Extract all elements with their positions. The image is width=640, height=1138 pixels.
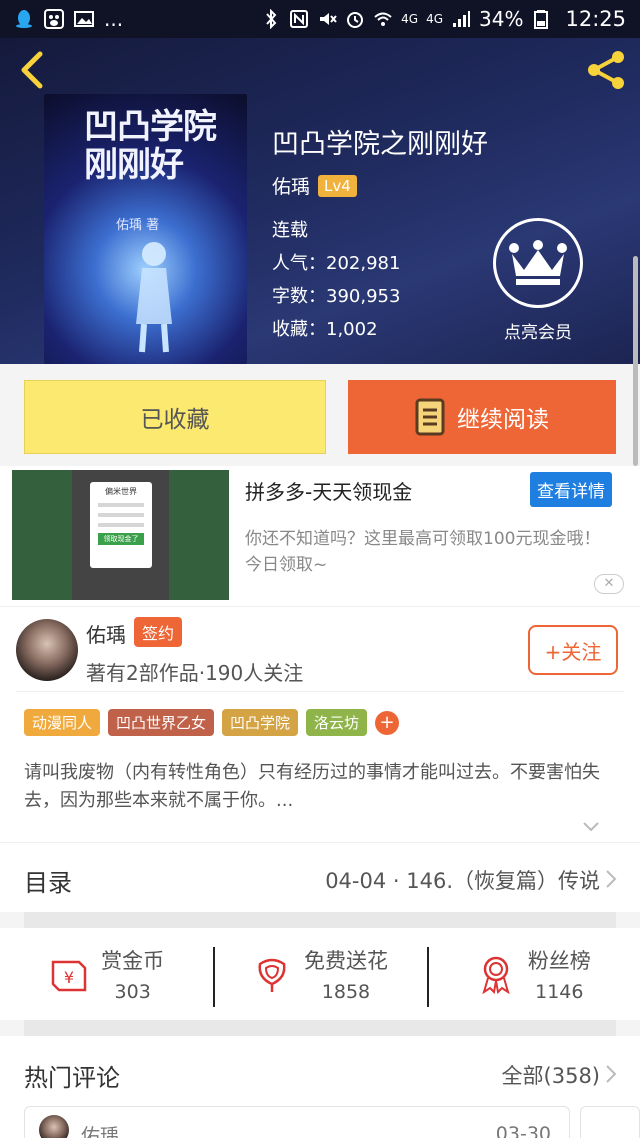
battery-percent: 34% bbox=[479, 7, 524, 31]
stat-text: 免费送花 1858 bbox=[304, 945, 388, 1003]
ad-banner[interactable]: 偏米世界 领取现金了 拼多多-天天领现金 查看详情 你还不知道吗？这里最高可领取… bbox=[0, 466, 640, 606]
author-name[interactable]: 佑瑀 bbox=[272, 172, 310, 199]
flower-icon bbox=[258, 958, 286, 992]
gallery-icon bbox=[74, 11, 94, 27]
battery-icon bbox=[534, 10, 549, 29]
cover-figure-illustration bbox=[136, 242, 172, 353]
vip-label: 点亮会员 bbox=[504, 323, 572, 343]
latest-chapter: 04-04 · 146.（恢复篇）传说 bbox=[325, 869, 600, 893]
cover-author: 佑瑀 著 bbox=[116, 218, 160, 233]
comment-card[interactable] bbox=[580, 1106, 640, 1138]
catalog-row[interactable]: 目录 04-04 · 146.（恢复篇）传说 bbox=[0, 842, 640, 912]
stat-label: 免费送花 bbox=[303, 949, 388, 973]
wifi-icon bbox=[374, 12, 392, 26]
back-arrow-icon[interactable] bbox=[16, 50, 46, 90]
ad-image-header: 偏米世界 bbox=[105, 487, 137, 496]
signed-badge: 签约 bbox=[134, 617, 183, 647]
share-icon[interactable] bbox=[584, 48, 628, 92]
baidu-icon bbox=[44, 9, 64, 29]
ad-image: 偏米世界 领取现金了 bbox=[12, 470, 229, 600]
section-gap bbox=[24, 1020, 616, 1036]
author-card-name[interactable]: 佑瑀 bbox=[86, 619, 126, 648]
ad-title: 拼多多-天天领现金 bbox=[245, 480, 413, 504]
alarm-icon bbox=[347, 12, 364, 28]
bluetooth-icon bbox=[266, 9, 277, 29]
book-popularity: 人气：202,981 bbox=[272, 253, 401, 274]
tag-list: 动漫同人 凹凸世界乙女 凹凸学院 洛云坊 + bbox=[24, 709, 400, 736]
stat-value: 1146 bbox=[535, 981, 584, 1003]
tag-item[interactable]: 凹凸学院 bbox=[222, 709, 299, 736]
collected-button[interactable]: 已收藏 bbox=[24, 380, 326, 454]
stat-text: 粉丝榜 1146 bbox=[528, 945, 591, 1003]
catalog-title: 目录 bbox=[24, 869, 72, 897]
medal-icon bbox=[482, 956, 510, 994]
ad-detail-button[interactable]: 查看详情 bbox=[530, 472, 612, 507]
network-2-label: 4G bbox=[426, 12, 444, 26]
ad-description: 你还不知道吗？这里最高可领取100元现金哦！今日领取~ bbox=[245, 529, 601, 575]
status-left: ... bbox=[14, 7, 123, 31]
stat-text: 赏金币 303 bbox=[101, 945, 164, 1003]
chevron-right-icon[interactable] bbox=[604, 1064, 618, 1084]
hot-comments: 热门评论 全部(358) 佑瑀 03-30 bbox=[0, 1036, 640, 1138]
stat-label: 赏金币 bbox=[101, 949, 165, 973]
tag-item[interactable]: 洛云坊 bbox=[306, 709, 368, 736]
coin-envelope-icon: ¥ bbox=[51, 960, 87, 992]
continue-reading-button[interactable]: 继续阅读 bbox=[348, 380, 616, 454]
author-row: 佑瑀 Lv4 bbox=[272, 172, 357, 199]
divider bbox=[16, 691, 624, 692]
book-status: 连载 bbox=[272, 220, 308, 241]
status-ellipsis: ... bbox=[104, 7, 124, 31]
mute-icon bbox=[320, 13, 337, 25]
book-intro[interactable]: 请叫我废物（内有转性角色）只有经历过的事情才能叫过去。不要害怕失去，因为那些本来… bbox=[24, 759, 616, 815]
signal-icon bbox=[453, 11, 471, 27]
continue-reading-label: 继续阅读 bbox=[457, 407, 549, 433]
comments-title: 热门评论 bbox=[24, 1064, 120, 1092]
stat-value: 1858 bbox=[321, 981, 371, 1003]
book-icon bbox=[415, 398, 445, 436]
level-badge: Lv4 bbox=[318, 174, 357, 197]
svg-text:¥: ¥ bbox=[64, 968, 74, 987]
vip-circle bbox=[493, 218, 583, 308]
qq-icon bbox=[16, 10, 32, 28]
stat-flower[interactable]: 免费送花 1858 bbox=[213, 945, 426, 1007]
tag-item[interactable]: 凹凸世界乙女 bbox=[108, 709, 215, 736]
book-header: 凹凸学院刚刚好 佑瑀 著 凹凸学院之刚刚好 佑瑀 Lv4 连载 人气：202,9… bbox=[0, 38, 640, 364]
comment-date: 03-30 bbox=[495, 1123, 551, 1138]
stat-value: 303 bbox=[114, 981, 151, 1003]
author-card: 佑瑀 签约 著有2部作品·190人关注 +关注 动漫同人 凹凸世界乙女 凹凸学院… bbox=[0, 606, 640, 842]
network-1-label: 4G bbox=[401, 12, 419, 26]
ad-close-button[interactable]: ✕ bbox=[594, 574, 624, 594]
cover-title: 凹凸学院刚刚好 bbox=[84, 107, 217, 185]
chevron-down-icon[interactable] bbox=[582, 817, 600, 835]
tag-item[interactable]: 动漫同人 bbox=[24, 709, 101, 736]
clock: 12:25 bbox=[565, 7, 626, 31]
section-gap bbox=[24, 912, 616, 928]
stat-label: 粉丝榜 bbox=[527, 949, 591, 973]
action-bar: 已收藏 继续阅读 bbox=[0, 364, 640, 466]
book-word-count: 字数：390,953 bbox=[272, 286, 401, 307]
nfc-icon bbox=[290, 10, 309, 28]
book-cover[interactable]: 凹凸学院刚刚好 佑瑀 著 bbox=[44, 94, 247, 364]
comment-avatar[interactable] bbox=[39, 1115, 69, 1138]
book-favorites: 收藏：1,002 bbox=[272, 319, 378, 340]
book-title: 凹凸学院之刚刚好 bbox=[272, 129, 488, 160]
author-works: 著有2部作品·190人关注 bbox=[86, 661, 304, 685]
add-tag-button[interactable]: + bbox=[375, 710, 400, 735]
stats-bar: ¥ 赏金币 303 免费送花 1858 粉丝榜 1146 bbox=[0, 928, 640, 1020]
all-comments-link[interactable]: 全部(358) bbox=[502, 1060, 600, 1090]
status-right: 4G 4G 34% 12:25 bbox=[261, 7, 626, 31]
status-bar: ... 4G 4G 34% 12:25 bbox=[0, 0, 640, 38]
stat-fans[interactable]: 粉丝榜 1146 bbox=[426, 945, 640, 1007]
follow-button[interactable]: +关注 bbox=[528, 625, 618, 675]
vip-button[interactable]: 点亮会员 bbox=[490, 218, 586, 343]
comment-card[interactable]: 佑瑀 03-30 bbox=[24, 1106, 570, 1138]
book-meta: 连载 人气：202,981 字数：390,953 收藏：1,002 bbox=[272, 214, 400, 346]
crown-icon bbox=[509, 240, 567, 285]
ad-image-button: 领取现金了 bbox=[98, 533, 144, 545]
stat-reward[interactable]: ¥ 赏金币 303 bbox=[0, 945, 213, 1003]
author-avatar[interactable] bbox=[16, 619, 78, 681]
chevron-right-icon bbox=[606, 870, 617, 888]
scrollbar[interactable] bbox=[633, 256, 638, 466]
comment-user[interactable]: 佑瑀 bbox=[81, 1121, 119, 1138]
